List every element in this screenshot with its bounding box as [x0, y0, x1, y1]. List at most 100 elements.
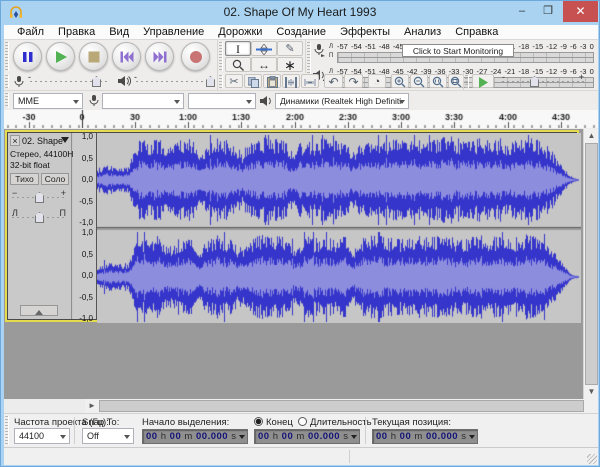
timeline-ruler[interactable] — [4, 110, 598, 128]
recording-device-select[interactable] — [102, 93, 184, 109]
horizontal-scroll-thumb[interactable] — [99, 400, 584, 412]
vertical-ruler[interactable]: 1,0 0,5 0,0 -0,5 -1,0 1,0 0,5 0,0 -0,5 -1,0 — [73, 133, 97, 323]
track-close-button[interactable]: × — [10, 135, 20, 146]
pause-button[interactable] — [13, 42, 42, 71]
minimize-button[interactable]: – — [509, 1, 535, 22]
scroll-down-arrow[interactable]: ▼ — [584, 385, 598, 399]
copy-button[interactable] — [244, 74, 262, 88]
menu-item-правка[interactable]: Правка — [51, 25, 102, 38]
toolbar-gripper[interactable] — [465, 75, 469, 88]
vertical-scrollbar[interactable]: ▲ ▼ — [583, 129, 598, 399]
radio-length[interactable]: Длительность — [298, 417, 372, 428]
tools-toolbar: I ✎ ↔ ∗ — [218, 40, 306, 73]
recording-volume-slider[interactable]: - — [28, 72, 110, 87]
play-icon — [55, 50, 67, 63]
toolbar-gripper[interactable] — [5, 93, 9, 108]
toolbar-gripper[interactable] — [5, 416, 9, 445]
scroll-right-arrow[interactable]: ► — [85, 399, 99, 413]
scroll-up-arrow[interactable]: ▲ — [584, 129, 598, 143]
zoom-out-button[interactable] — [410, 74, 428, 88]
pause-icon — [22, 51, 32, 62]
menu-item-файл[interactable]: Файл — [10, 25, 51, 38]
audio-host-select[interactable]: MME — [13, 93, 83, 109]
fit-project-button[interactable] — [448, 74, 463, 88]
toolbar-gripper[interactable] — [5, 75, 9, 88]
copy-icon — [247, 76, 259, 88]
toolbar-gripper[interactable] — [219, 42, 223, 71]
undo-button[interactable]: ↶ — [324, 74, 343, 89]
trim-audio-button[interactable] — [282, 74, 300, 88]
track-bitdepth-info: 32-bit float — [10, 160, 50, 170]
selection-end-field[interactable]: 00 h 00 m 00.000 s — [254, 429, 360, 444]
horizontal-scrollbar[interactable]: ◄ ► — [85, 399, 598, 413]
timeshift-tool-button[interactable]: ↔ — [251, 57, 277, 72]
audio-track[interactable]: × 02. Shape Стерео, 44100Hz 32-bit float… — [5, 130, 581, 323]
maximize-button[interactable]: ❒ — [535, 1, 561, 22]
track-menu-dropdown-icon[interactable] — [61, 137, 69, 147]
silence-audio-button[interactable] — [301, 74, 319, 88]
current-position-label: Текущая позиция: — [372, 417, 451, 428]
resize-grip[interactable] — [587, 454, 597, 464]
zoom-in-icon — [394, 76, 406, 88]
menu-item-вид[interactable]: Вид — [102, 25, 136, 38]
close-button[interactable]: ✕ — [563, 1, 598, 22]
pan-slider[interactable]: Л П — [12, 208, 66, 223]
redo-button[interactable]: ↷ — [344, 74, 363, 89]
envelope-tool-button[interactable] — [251, 41, 277, 56]
multi-tool-button[interactable]: ∗ — [277, 57, 303, 72]
play-at-speed-button[interactable] — [472, 74, 494, 88]
stop-icon — [88, 51, 99, 62]
stop-button[interactable] — [79, 42, 108, 71]
vruler-channel-2: 1,0 0,5 0,0 -0,5 -1,0 — [73, 229, 96, 323]
solo-button[interactable]: Соло — [41, 173, 69, 185]
track-name[interactable]: 02. Shape — [22, 136, 63, 146]
waveform-display[interactable] — [97, 133, 581, 323]
radio-end[interactable]: Конец — [254, 417, 293, 428]
draw-tool-button[interactable]: ✎ — [277, 41, 303, 56]
speaker-icon — [260, 96, 271, 106]
selection-tool-button[interactable]: I — [225, 41, 251, 56]
skip-to-end-button[interactable] — [145, 42, 174, 71]
play-button[interactable] — [46, 42, 75, 71]
radio-end-icon — [254, 417, 263, 426]
menu-item-дорожки[interactable]: Дорожки — [211, 25, 269, 38]
client-area: Файл Правка Вид Управление Дорожки Создание Эф… — [4, 25, 598, 465]
project-rate-select[interactable]: 44100 — [14, 428, 70, 444]
toolbar-gripper[interactable] — [219, 75, 223, 88]
recording-channels-select[interactable] — [188, 93, 256, 109]
playback-speed-slider[interactable]: - + — [502, 72, 584, 87]
menu-item-анализ[interactable]: Анализ — [397, 25, 448, 38]
menu-item-управление[interactable]: Управление — [136, 25, 211, 38]
menu-item-справка[interactable]: Справка — [448, 25, 505, 38]
paste-button[interactable] — [263, 74, 281, 89]
recording-volume-thumb[interactable] — [92, 76, 101, 87]
meter-scale-tick: -54 — [350, 42, 362, 51]
meter-scale-tick: -51 — [364, 42, 376, 51]
selection-start-field[interactable]: 00 h 00 m 00.000 s — [142, 429, 248, 444]
vertical-scroll-thumb[interactable] — [585, 143, 598, 385]
collapse-track-button[interactable] — [20, 305, 58, 316]
fit-selection-button[interactable] — [429, 74, 447, 88]
current-position-field[interactable]: 00 h 00 m 00.000 s — [372, 429, 478, 444]
gain-thumb[interactable] — [35, 192, 44, 203]
zoom-in-button[interactable] — [391, 74, 409, 88]
snap-to-select[interactable]: Off — [82, 428, 134, 444]
timeline-ruler-canvas — [4, 110, 598, 128]
cut-button[interactable]: ✂ — [225, 74, 243, 88]
skip-to-start-button[interactable] — [112, 42, 141, 71]
selection-start-label: Начало выделения: — [142, 417, 230, 428]
menu-item-эффекты[interactable]: Эффекты — [333, 25, 397, 38]
sync-lock-button[interactable]: ◔ — [368, 74, 386, 88]
title-bar[interactable]: 02. Shape Of My Heart 1993 – ❒ ✕ — [1, 1, 599, 25]
toolbar-gripper[interactable] — [5, 42, 9, 71]
mute-button[interactable]: Тихо — [10, 173, 39, 185]
gain-slider[interactable]: − + — [12, 188, 66, 203]
playback-volume-thumb[interactable] — [206, 76, 215, 87]
menu-item-создание[interactable]: Создание — [269, 25, 333, 38]
pan-thumb[interactable] — [35, 212, 44, 223]
playback-speed-thumb[interactable] — [530, 76, 539, 87]
zoom-tool-button[interactable] — [225, 57, 251, 72]
playback-device-select[interactable]: Динамики (Realtek High Definiti — [275, 93, 409, 109]
playback-volume-slider[interactable]: - — [134, 72, 216, 87]
record-button[interactable] — [181, 42, 210, 71]
